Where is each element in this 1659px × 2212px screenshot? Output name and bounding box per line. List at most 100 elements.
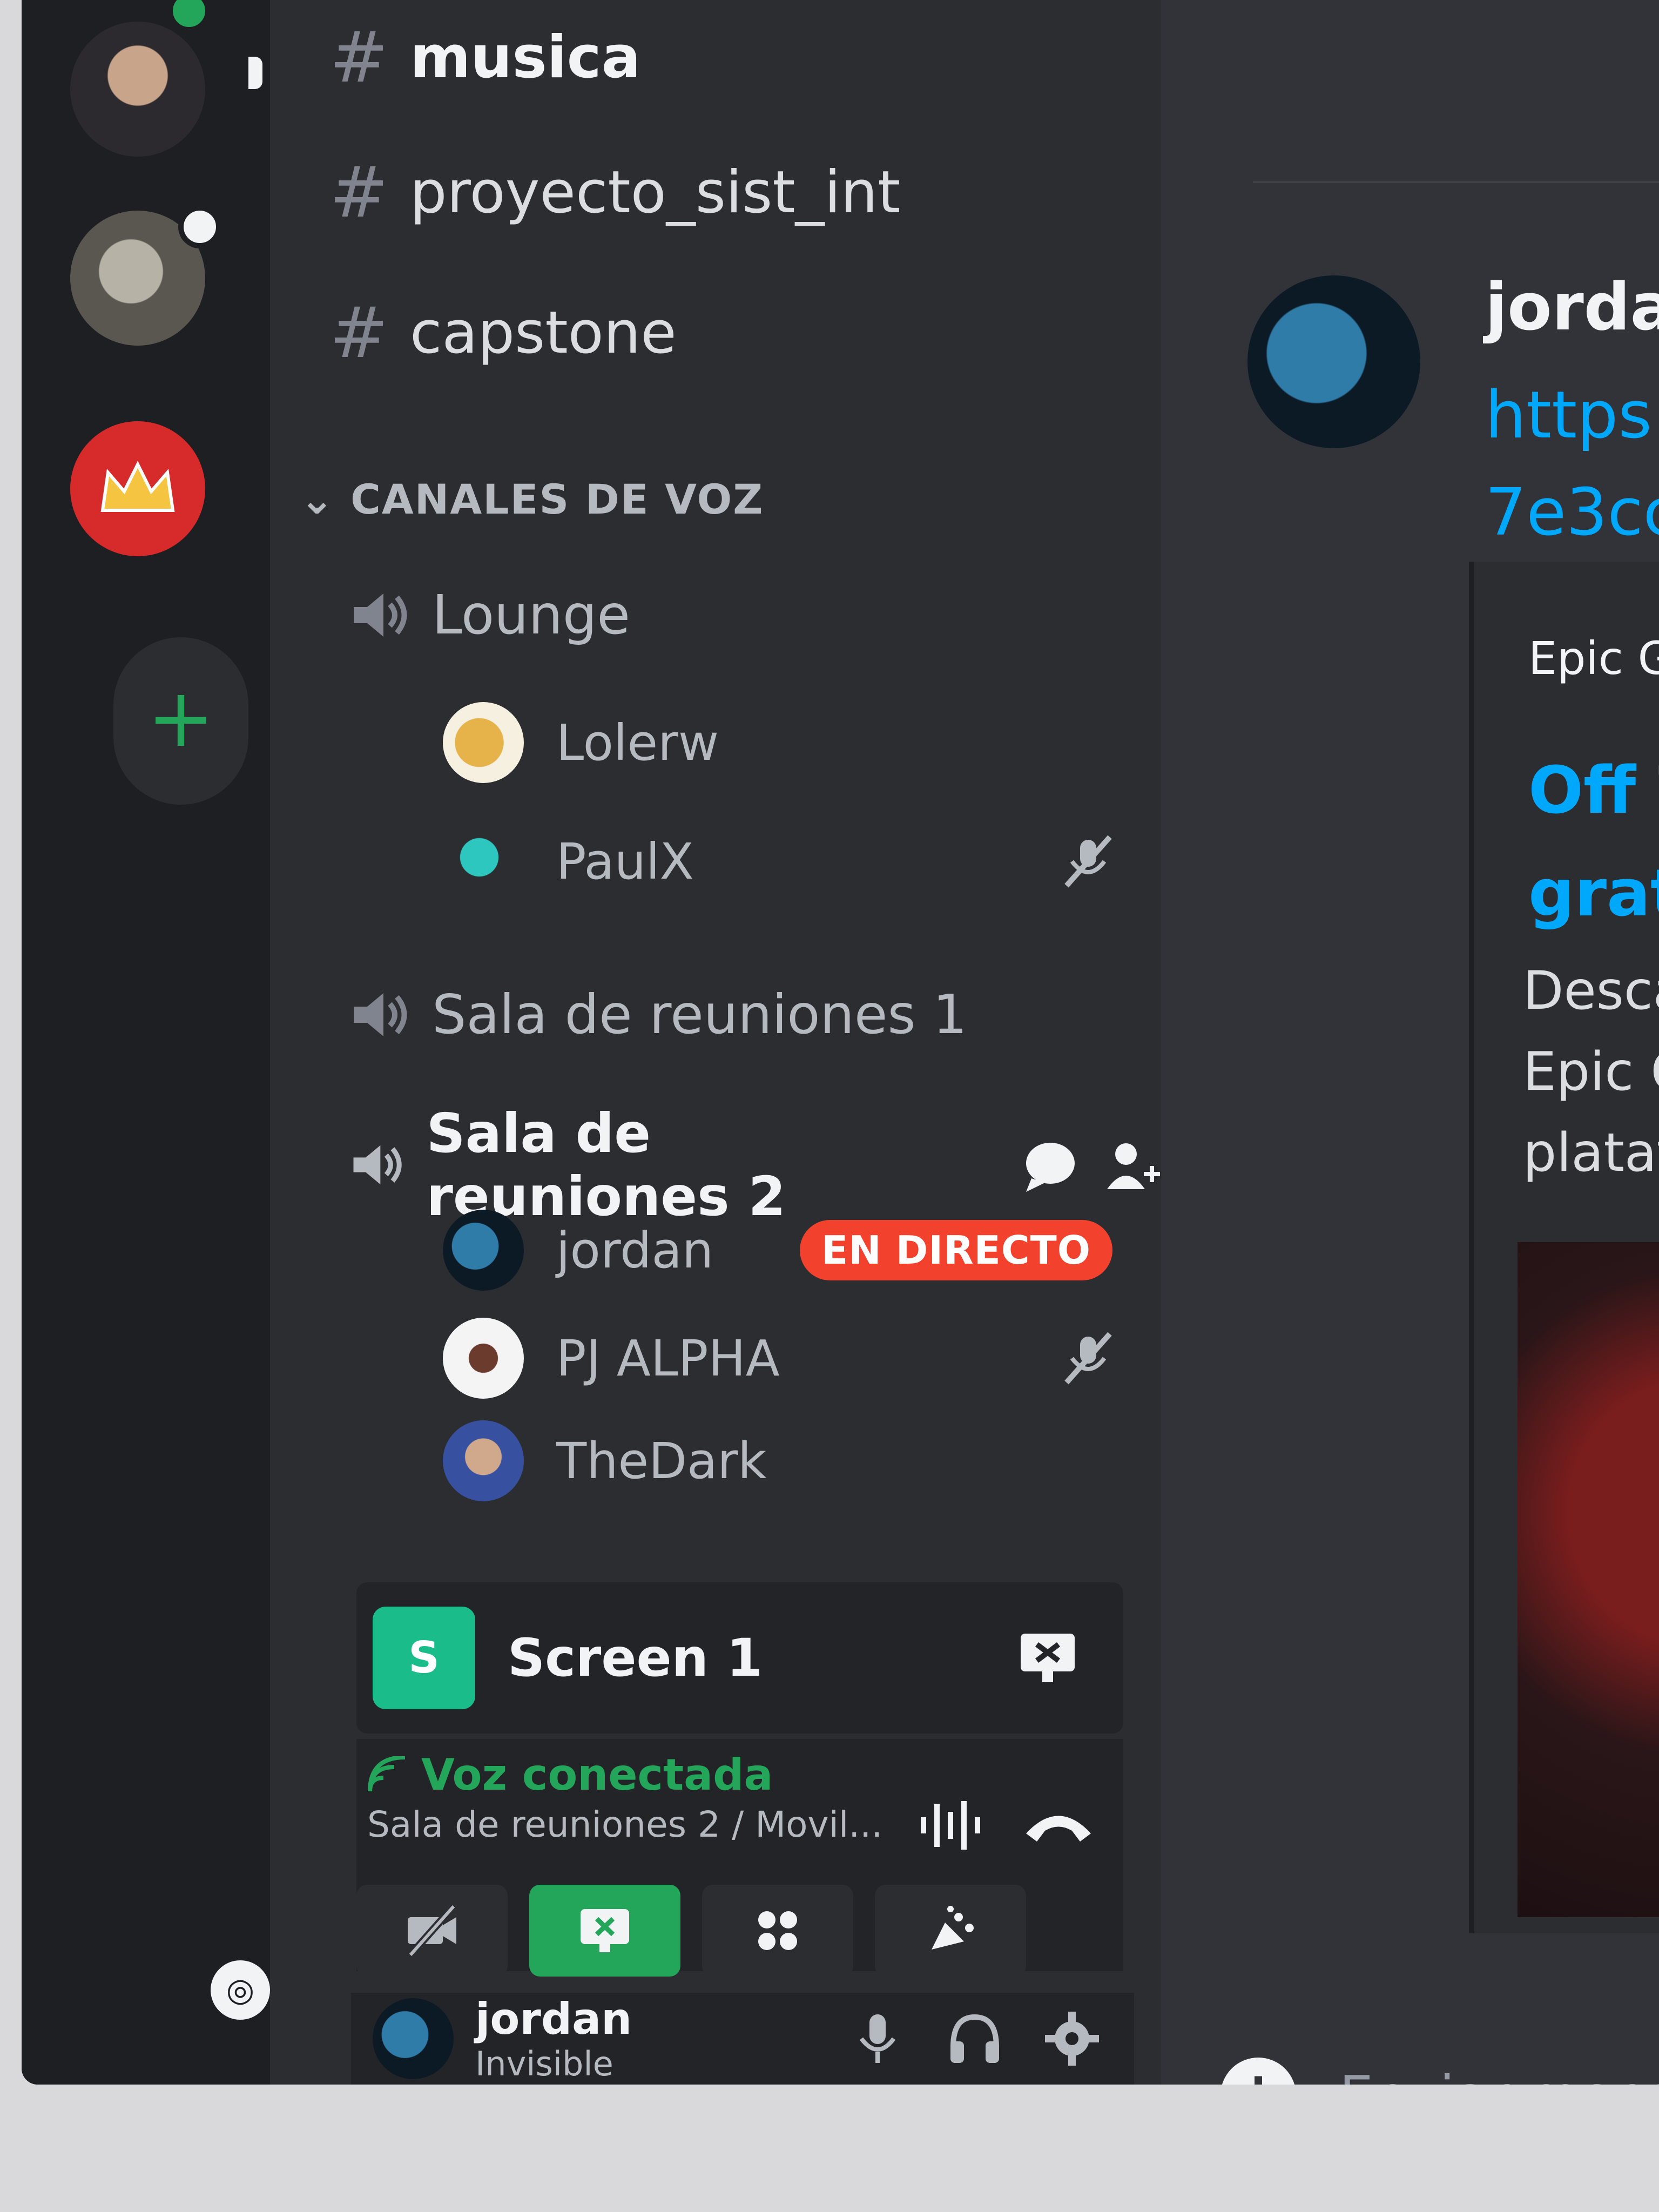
camera-off-icon: [407, 1904, 457, 1958]
embed-description: Desca Epic G platafo: [1523, 950, 1659, 1193]
link-line: https:/: [1485, 378, 1659, 453]
voice-channel-sala-2[interactable]: Sala de reuniones 2: [351, 1102, 1161, 1228]
embed-desc-line: Epic G: [1523, 1041, 1659, 1103]
camera-off-button[interactable]: [356, 1885, 508, 1977]
chat-area: jordan https:/ 7e3cc5 Epic G Off T grati…: [1161, 0, 1659, 2085]
screen-share-icon: [581, 1909, 629, 1952]
user-info[interactable]: jordan Invisible: [475, 1994, 632, 2083]
discover-icon[interactable]: ◎: [211, 1960, 270, 2020]
voice-channel-sala-1[interactable]: Sala de reuniones 1: [351, 983, 967, 1046]
channel-label: musica: [409, 23, 641, 91]
embed-desc-line: Desca: [1523, 960, 1659, 1022]
stop-stream-icon[interactable]: [1015, 1626, 1080, 1690]
speaker-icon: [354, 593, 407, 637]
embed-title[interactable]: Off T gratis: [1528, 740, 1659, 945]
avatar: [443, 702, 524, 783]
text-channel-proyecto[interactable]: # proyecto_sist_int: [329, 151, 900, 233]
username: jordan: [475, 1994, 632, 2044]
hash-icon: #: [329, 292, 388, 374]
share-screen-button[interactable]: [529, 1885, 680, 1977]
signal-icon: [368, 1756, 406, 1791]
message-author[interactable]: jordan: [1485, 270, 1659, 345]
avatar: [443, 821, 524, 902]
hash-icon: #: [329, 16, 388, 98]
headphones-icon[interactable]: [945, 2009, 1004, 2068]
noise-suppression-icon[interactable]: [918, 1798, 983, 1852]
text-channel-musica[interactable]: # musica: [329, 16, 641, 98]
server-rail: + ◎: [22, 0, 270, 2085]
stream-thumbnail: S: [373, 1607, 475, 1709]
avatar: [443, 1420, 524, 1501]
user-label: jordan: [556, 1221, 714, 1279]
stream-preview[interactable]: S Screen 1: [356, 1582, 1123, 1734]
category-voice-channels[interactable]: ⌄ CANALES DE VOZ: [300, 475, 764, 523]
avatar: [443, 1318, 524, 1399]
voice-user-paulx[interactable]: PaulX: [443, 821, 1118, 902]
voice-status[interactable]: Voz conectada: [367, 1750, 773, 1800]
user-label: PaulX: [556, 832, 694, 891]
activities-icon: [758, 1911, 797, 1950]
user-label: TheDark: [556, 1432, 767, 1490]
server-icon-1[interactable]: [70, 22, 205, 157]
user-status: Invisible: [475, 2044, 613, 2083]
text-channel-capstone[interactable]: # capstone: [329, 292, 677, 374]
embed-provider: Epic G: [1528, 632, 1659, 685]
chat-bubble-icon[interactable]: [1021, 1135, 1080, 1195]
voice-connection-panel: Voz conectada Sala de reuniones 2 / Movi…: [356, 1739, 1123, 1977]
channel-label: Sala de reuniones 1: [432, 983, 967, 1046]
speaker-icon: [354, 993, 407, 1036]
activities-button[interactable]: [702, 1885, 853, 1977]
category-label: CANALES DE VOZ: [350, 475, 764, 523]
discord-window: + ◎ # musica # proyecto_sist_int # capst…: [22, 0, 1659, 2085]
voice-user-thedark[interactable]: TheDark: [443, 1420, 1118, 1501]
soundboard-icon: [932, 1906, 974, 1950]
hash-lock-icon: #: [329, 151, 388, 233]
stream-title: Screen 1: [508, 1628, 763, 1688]
channel-sidebar: # musica # proyecto_sist_int # capstone …: [270, 0, 1161, 2085]
live-badge[interactable]: EN DIRECTO: [800, 1220, 1112, 1280]
message-composer: + Enviar mens: [1220, 2041, 1659, 2085]
invite-user-icon[interactable]: [1102, 1135, 1161, 1195]
user-controls: [848, 2009, 1102, 2068]
selected-server-indicator: [248, 57, 262, 89]
link-line: 7e3cc5: [1485, 475, 1659, 550]
muted-mic-icon: [1064, 835, 1112, 888]
channel-label: capstone: [409, 299, 677, 367]
link-embed: Epic G Off T gratis Desca Epic G platafo: [1469, 562, 1659, 1933]
user-panel: jordan Invisible: [351, 1993, 1134, 2085]
message-avatar[interactable]: [1247, 275, 1420, 448]
voice-channel-lounge[interactable]: Lounge: [351, 583, 630, 646]
server-icon-3[interactable]: [70, 421, 205, 556]
channel-label: Lounge: [432, 583, 630, 646]
crown-icon: [100, 461, 175, 512]
voice-user-lolerw[interactable]: Lolerw: [443, 702, 1118, 783]
add-server-button[interactable]: +: [113, 637, 248, 805]
voice-location[interactable]: Sala de reuniones 2 / Movil...: [367, 1804, 882, 1845]
channel-label: proyecto_sist_int: [409, 158, 901, 226]
soundboard-button[interactable]: [875, 1885, 1026, 1977]
embed-image[interactable]: [1518, 1242, 1659, 1917]
channel-actions: [1021, 1135, 1161, 1195]
server-status-badge: [167, 0, 211, 32]
voice-status-label: Voz conectada: [421, 1750, 773, 1800]
microphone-icon[interactable]: [848, 2009, 907, 2068]
voice-user-pj-alpha[interactable]: PJ ALPHA: [443, 1318, 1118, 1399]
speaker-icon: [353, 1145, 402, 1185]
add-attachment-button[interactable]: +: [1220, 2058, 1296, 2085]
embed-title-line: Off T: [1528, 753, 1659, 828]
message-input[interactable]: Enviar mens: [1339, 2064, 1659, 2085]
embed-title-line: gratis: [1528, 856, 1659, 931]
disconnect-icon[interactable]: [1021, 1804, 1096, 1847]
message-link[interactable]: https:/ 7e3cc5: [1485, 367, 1659, 562]
chevron-down-icon: ⌄: [300, 475, 351, 523]
gear-icon[interactable]: [1042, 2009, 1102, 2068]
user-label: Lolerw: [556, 713, 719, 772]
channel-label: Sala de reuniones 2: [426, 1102, 786, 1228]
voice-user-jordan[interactable]: jordan EN DIRECTO: [443, 1210, 1118, 1291]
avatar: [443, 1210, 524, 1291]
avatar[interactable]: [373, 1998, 454, 2079]
muted-mic-icon: [1064, 1332, 1112, 1385]
user-label: PJ ALPHA: [556, 1329, 780, 1387]
server-status-badge: [178, 205, 221, 248]
embed-desc-line: platafo: [1523, 1122, 1659, 1184]
